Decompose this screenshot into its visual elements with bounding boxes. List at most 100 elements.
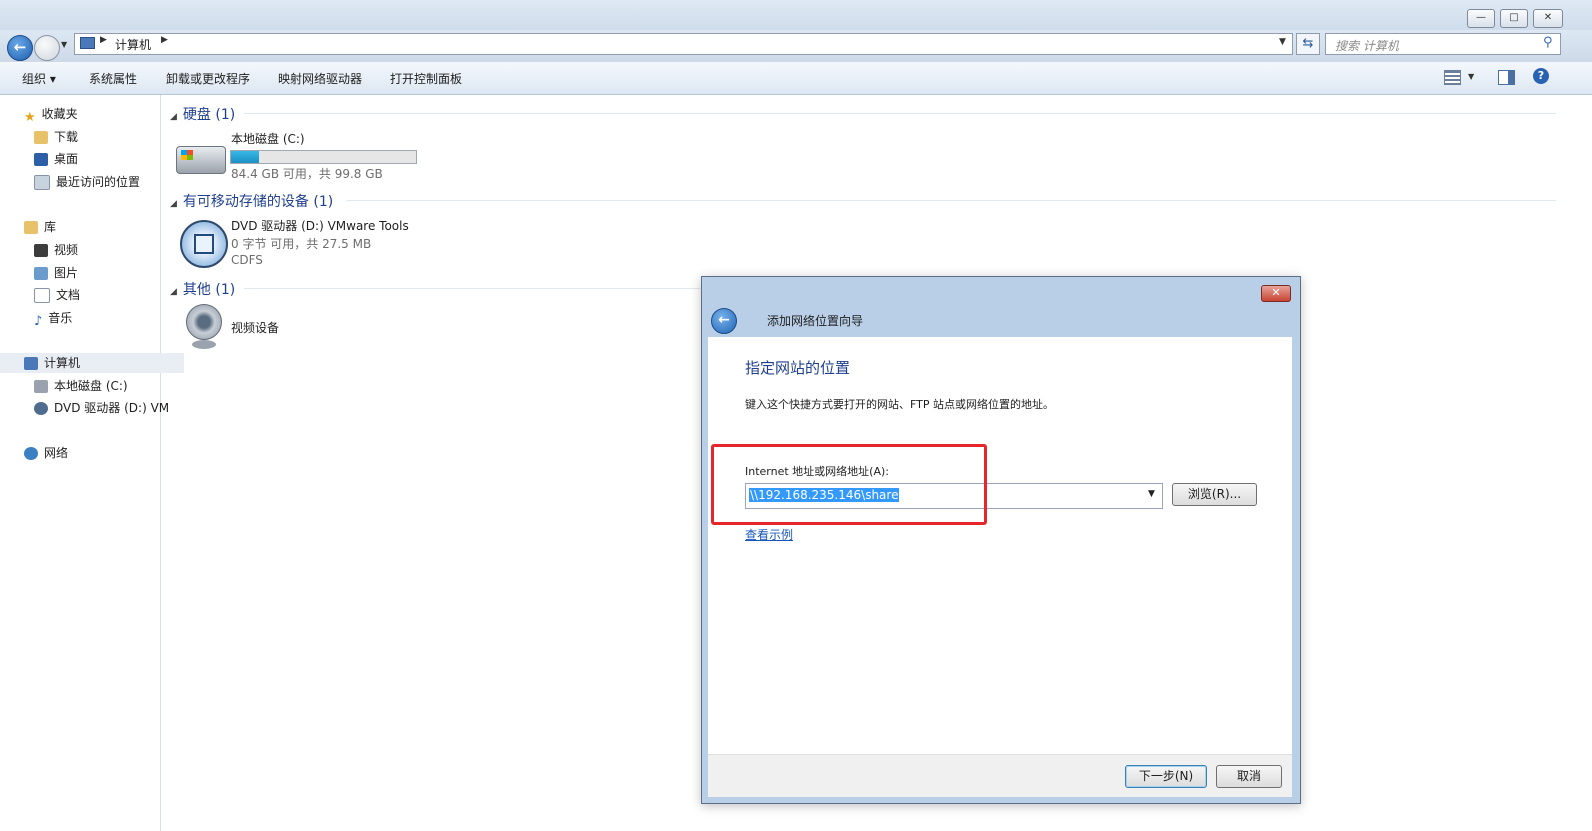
open-control-panel-button[interactable]: 打开控制面板 xyxy=(390,70,462,87)
nav-documents[interactable]: 文档 xyxy=(0,285,194,305)
cancel-button[interactable]: 取消 xyxy=(1216,765,1282,788)
dvd-filesystem: CDFS xyxy=(231,253,263,267)
hard-drive-icon xyxy=(34,380,48,393)
local-disk-icon xyxy=(176,146,226,174)
nav-label: 下载 xyxy=(54,130,79,144)
uninstall-program-button[interactable]: 卸载或更改程序 xyxy=(166,70,250,87)
pictures-library-icon xyxy=(34,267,48,280)
local-disk-name[interactable]: 本地磁盘 (C:) xyxy=(231,130,305,147)
organize-menu[interactable]: 组织 ▾ xyxy=(22,70,56,87)
search-placeholder: 搜索 计算机 xyxy=(1335,39,1399,53)
dialog-title: 添加网络位置向导 xyxy=(767,314,864,328)
next-button[interactable]: 下一步(N) xyxy=(1125,765,1207,788)
system-properties-button[interactable]: 系统属性 xyxy=(89,70,137,87)
group-divider xyxy=(244,113,1556,114)
collapse-triangle-icon[interactable]: ◢ xyxy=(170,112,177,122)
help-icon[interactable]: ? xyxy=(1533,68,1549,84)
nav-local-disk[interactable]: 本地磁盘 (C:) xyxy=(0,376,194,396)
group-header-removable[interactable]: ◢ 有可移动存储的设备 (1) xyxy=(170,191,333,211)
nav-desktop[interactable]: 桌面 xyxy=(0,149,194,169)
nav-videos[interactable]: 视频 xyxy=(0,240,194,260)
dialog-back-button[interactable]: ← xyxy=(711,308,737,334)
minimize-button[interactable]: — xyxy=(1467,9,1495,28)
view-dropdown-icon[interactable]: ▼ xyxy=(1468,72,1474,81)
collapse-triangle-icon[interactable]: ◢ xyxy=(170,287,177,297)
breadcrumb-computer[interactable]: 计算机 xyxy=(115,36,151,53)
window-title-bar xyxy=(0,0,1592,30)
nav-label: 收藏夹 xyxy=(41,107,78,121)
arrow-left-icon: ← xyxy=(718,312,730,328)
preview-pane-icon[interactable] xyxy=(1498,70,1515,85)
view-options-icon[interactable] xyxy=(1444,70,1461,85)
video-library-icon xyxy=(34,244,48,257)
breadcrumb-chevron-icon[interactable]: ▶ xyxy=(161,35,168,45)
arrow-left-icon: ← xyxy=(13,38,27,56)
maximize-button[interactable]: □ xyxy=(1500,9,1528,28)
address-dropdown-icon[interactable]: ▼ xyxy=(1279,37,1286,47)
vmware-logo-icon xyxy=(194,234,214,254)
view-examples-link[interactable]: 查看示例 xyxy=(745,526,793,543)
usage-fill xyxy=(231,151,259,163)
group-header-hard-disks[interactable]: ◢ 硬盘 (1) xyxy=(170,104,235,124)
desktop-icon xyxy=(34,153,48,166)
dvd-drive-name[interactable]: DVD 驱动器 (D:) VMware Tools xyxy=(231,217,409,234)
nav-label: 本地磁盘 (C:) xyxy=(54,379,128,393)
nav-label: 图片 xyxy=(54,266,79,280)
computer-icon xyxy=(80,37,95,49)
back-button[interactable]: ← xyxy=(7,35,33,61)
collapse-triangle-icon[interactable]: ◢ xyxy=(170,199,177,209)
video-device-name[interactable]: 视频设备 xyxy=(231,319,279,336)
nav-pictures[interactable]: 图片 xyxy=(0,263,194,283)
library-icon xyxy=(24,221,38,234)
nav-label: 网络 xyxy=(44,446,69,460)
dvd-disc-icon xyxy=(180,220,228,268)
group-divider xyxy=(244,288,700,289)
nav-label: 视频 xyxy=(54,243,79,257)
annotation-highlight-box xyxy=(711,444,987,525)
browse-button[interactable]: 浏览(R)... xyxy=(1172,483,1257,506)
group-title: 硬盘 (1) xyxy=(182,107,236,123)
history-dropdown-icon[interactable]: ▼ xyxy=(61,40,67,49)
nav-recent-places[interactable]: 最近访问的位置 xyxy=(0,172,194,192)
star-icon: ★ xyxy=(24,110,36,124)
network-globe-icon xyxy=(24,447,38,460)
combobox-dropdown-icon[interactable]: ▼ xyxy=(1148,489,1155,499)
nav-downloads[interactable]: 下载 xyxy=(0,127,194,147)
nav-label: DVD 驱动器 (D:) VM xyxy=(54,401,170,415)
group-title: 有可移动存储的设备 (1) xyxy=(182,194,334,210)
group-title: 其他 (1) xyxy=(182,282,236,298)
nav-label: 计算机 xyxy=(44,356,81,370)
windows-logo-icon xyxy=(181,150,193,160)
nav-libraries[interactable]: 库 xyxy=(0,217,184,237)
group-header-other[interactable]: ◢ 其他 (1) xyxy=(170,279,235,299)
local-disk-usage-bar xyxy=(230,150,417,164)
nav-label: 桌面 xyxy=(54,152,79,166)
search-input[interactable]: 搜索 计算机 ⚲ xyxy=(1325,33,1561,55)
downloads-folder-icon xyxy=(34,131,48,144)
nav-dvd-drive[interactable]: DVD 驱动器 (D:) VM xyxy=(0,398,194,418)
search-icon[interactable]: ⚲ xyxy=(1543,35,1553,50)
nav-computer[interactable]: 计算机 xyxy=(0,353,184,373)
breadcrumb-separator-icon: ▶ xyxy=(100,35,107,45)
address-input[interactable]: ▶ 计算机 ▶ ▼ xyxy=(74,33,1293,55)
documents-library-icon xyxy=(34,288,50,303)
nav-music[interactable]: ♪ 音乐 xyxy=(0,308,194,328)
nav-label: 文档 xyxy=(56,288,81,302)
refresh-button[interactable]: ⇆ xyxy=(1296,33,1320,55)
dvd-drive-icon xyxy=(34,402,48,415)
webcam-stand-icon xyxy=(192,340,216,349)
close-window-button[interactable]: ✕ xyxy=(1533,9,1563,28)
nav-favorites[interactable]: ★ 收藏夹 xyxy=(0,104,184,124)
local-disk-space: 84.4 GB 可用，共 99.8 GB xyxy=(231,167,383,181)
map-network-drive-button[interactable]: 映射网络驱动器 xyxy=(278,70,362,87)
group-divider xyxy=(346,200,1556,201)
navigation-pane xyxy=(0,95,161,831)
nav-label: 最近访问的位置 xyxy=(56,175,141,189)
nav-label: 库 xyxy=(44,220,57,234)
dialog-instruction: 键入这个快捷方式要打开的网站、FTP 站点或网络位置的地址。 xyxy=(745,398,1054,411)
forward-button[interactable] xyxy=(34,35,60,61)
music-note-icon: ♪ xyxy=(34,314,43,328)
dialog-close-button[interactable]: ✕ xyxy=(1261,285,1291,302)
nav-network[interactable]: 网络 xyxy=(0,443,184,463)
dialog-heading: 指定网站的位置 xyxy=(745,359,851,377)
